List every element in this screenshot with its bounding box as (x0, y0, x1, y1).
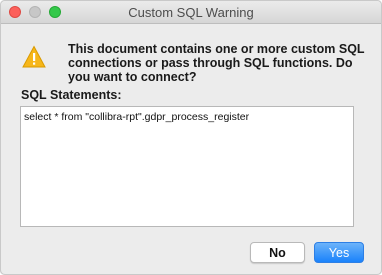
warning-message: This document contains one or more custo… (68, 42, 365, 84)
warning-icon (22, 45, 46, 69)
no-button[interactable]: No (250, 242, 305, 263)
yes-button[interactable]: Yes (314, 242, 364, 263)
window-title: Custom SQL Warning (128, 5, 254, 20)
sql-statements-label: SQL Statements: (21, 88, 122, 102)
sql-statement-text: select * from "collibra-rpt".gdpr_proces… (24, 111, 250, 123)
title-bar: Custom SQL Warning (1, 1, 381, 24)
dialog-window: Custom SQL Warning This document contain… (0, 0, 382, 275)
sql-statements-textarea[interactable]: select * from "collibra-rpt".gdpr_proces… (20, 106, 354, 227)
